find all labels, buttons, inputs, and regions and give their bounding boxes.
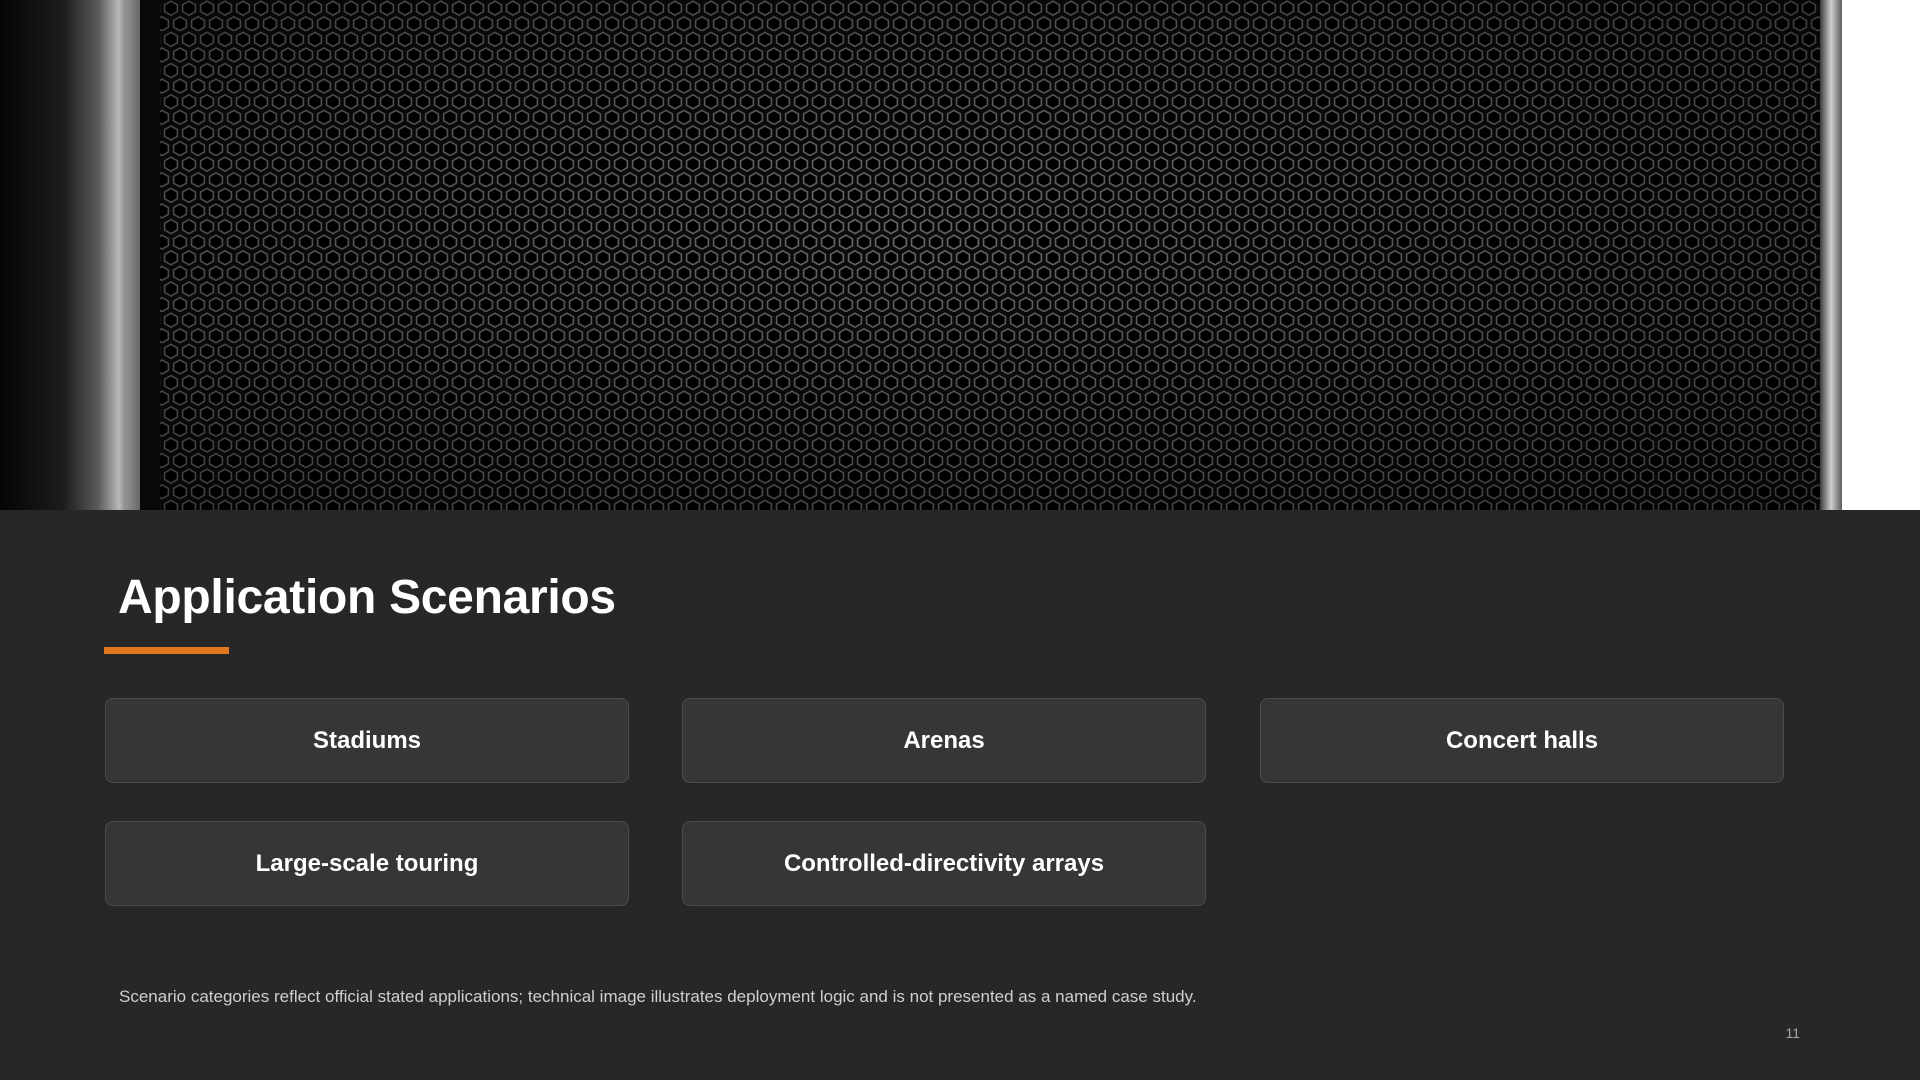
scenario-card-controlled-directivity-arrays: Controlled-directivity arrays: [682, 821, 1206, 906]
title-accent-line: [104, 647, 229, 654]
speaker-grille-photo: [0, 0, 1920, 510]
footnote: Scenario categories reflect official sta…: [119, 987, 1197, 1006]
scenario-card-arenas: Arenas: [682, 698, 1206, 783]
scenario-card-concert-halls: Concert halls: [1260, 698, 1784, 783]
page-number: 11: [1785, 1025, 1800, 1041]
slide-title: Application Scenarios: [118, 571, 616, 624]
scenario-card-stadiums: Stadiums: [105, 698, 629, 783]
speaker-grille-image: [0, 0, 1842, 510]
scenario-card-large-scale-touring: Large-scale touring: [105, 821, 629, 906]
slide: Application Scenarios Stadiums Arenas Co…: [0, 0, 1920, 1080]
